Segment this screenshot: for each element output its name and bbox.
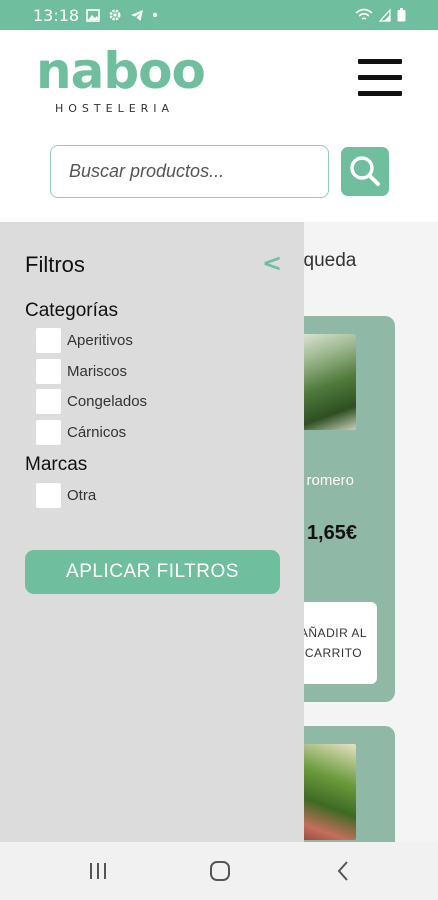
search-icon (350, 156, 380, 186)
signal-icon (379, 8, 391, 22)
home-button[interactable] (205, 856, 235, 886)
app-header: naboo HOSTELERIA (0, 30, 438, 222)
apply-filters-button[interactable]: APLICAR FILTROS (25, 550, 280, 594)
filter-option-carnicos[interactable]: Cárnicos (36, 419, 126, 445)
search-button[interactable] (341, 147, 389, 196)
recent-apps-icon (90, 863, 106, 879)
naboo-logo[interactable]: naboo HOSTELERIA (36, 44, 206, 122)
filter-label: Mariscos (67, 362, 128, 380)
filter-option-aperitivos[interactable]: Aperitivos (36, 327, 133, 353)
search-field (50, 145, 329, 198)
filter-label: Aperitivos (67, 331, 133, 349)
image-icon (86, 8, 100, 22)
filter-label: Otra (67, 486, 97, 504)
status-bar: 13:18 (0, 0, 438, 30)
filter-label: Congelados (67, 392, 148, 410)
status-icons-right (355, 8, 406, 22)
logo-text: naboo (36, 42, 206, 100)
checkbox[interactable] (36, 358, 61, 384)
home-icon (210, 861, 230, 881)
checkbox[interactable] (36, 388, 61, 414)
filters-title: Filtros (25, 252, 85, 277)
status-icons-left (86, 8, 158, 22)
filter-option-mariscos[interactable]: Mariscos (36, 358, 127, 384)
filter-label: Cárnicos (67, 423, 127, 441)
logo-subtitle: HOSTELERIA (55, 102, 175, 115)
chevron-left-icon[interactable]: < (262, 250, 284, 276)
filter-option-congelados[interactable]: Congelados (36, 388, 147, 414)
filters-drawer: Filtros < Categorías Aperitivos Mariscos… (0, 222, 304, 842)
gear-icon (109, 9, 121, 21)
dot-icon (152, 12, 158, 18)
checkbox[interactable] (36, 327, 61, 353)
telegram-icon (131, 9, 143, 21)
back-icon (337, 861, 348, 881)
search-input[interactable] (51, 146, 328, 197)
navigation-bar (0, 842, 438, 900)
battery-icon (397, 8, 406, 22)
recent-apps-button[interactable] (83, 856, 113, 886)
status-time: 13:18 (33, 6, 80, 25)
checkbox[interactable] (36, 419, 61, 445)
categories-title: Categorías (25, 300, 118, 321)
filter-option-otra[interactable]: Otra (36, 482, 96, 508)
checkbox[interactable] (36, 482, 61, 508)
brands-title: Marcas (25, 454, 88, 475)
back-button[interactable] (328, 856, 358, 886)
hamburger-menu-icon[interactable] (358, 58, 402, 98)
wifi-icon (355, 8, 373, 20)
